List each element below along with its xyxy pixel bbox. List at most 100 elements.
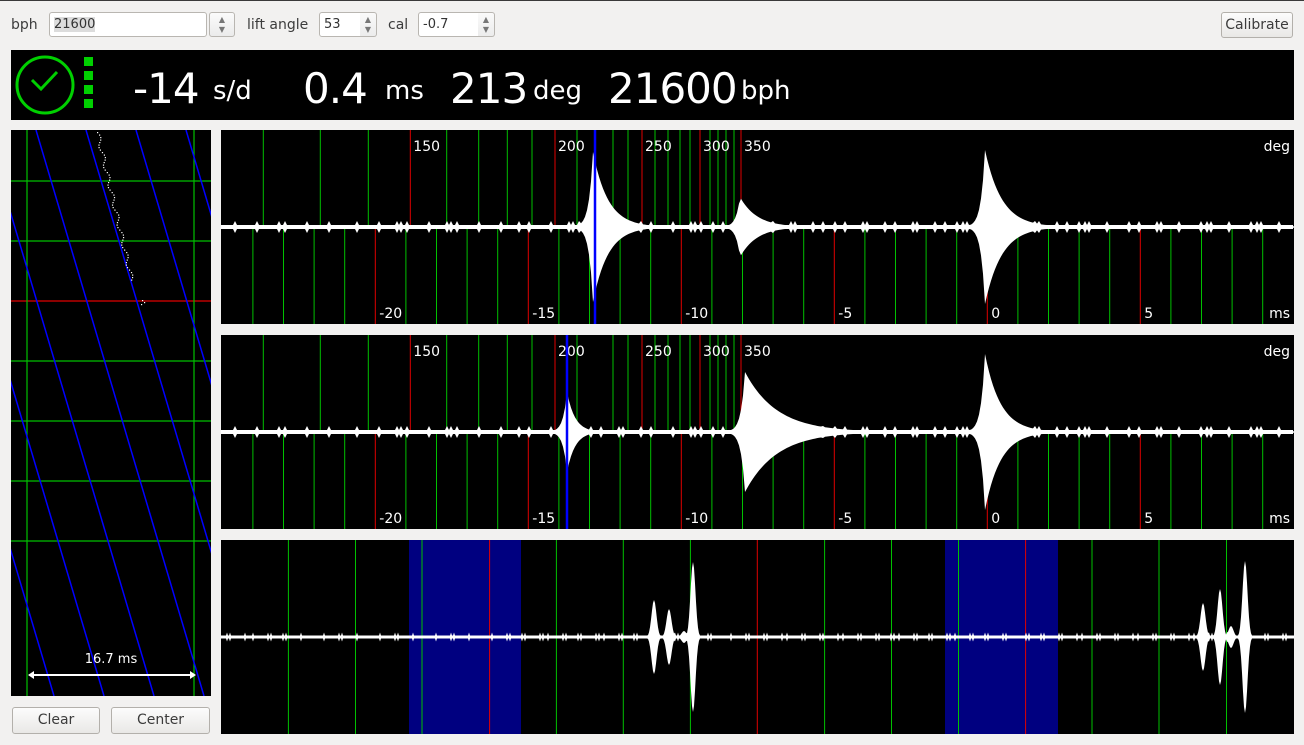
paperstrip-trace-dot (97, 132, 99, 134)
bph-spin-button[interactable]: ▲ ▼ (209, 12, 235, 37)
period-waveform-panel (221, 540, 1294, 734)
beat-error-value: 0.4 (303, 64, 368, 113)
paperstrip-guide-line (85, 130, 211, 554)
spin-down-icon[interactable]: ▼ (210, 25, 234, 35)
paperstrip-trace-dot (108, 182, 110, 184)
spin-up-icon[interactable]: ▲ (360, 15, 376, 25)
ms-tick-label: 5 (1144, 306, 1153, 322)
paperstrip-trace-dot (102, 164, 105, 166)
bph-input[interactable]: 21600 (49, 12, 207, 37)
spin-up-icon[interactable]: ▲ (478, 15, 494, 25)
paperstrip-trace-dot (122, 237, 125, 239)
paperstrip-trace-dot (122, 234, 124, 236)
paperstrip-guide-line (11, 211, 155, 696)
cal-input[interactable]: -0.7 (418, 12, 479, 37)
center-button[interactable]: Center (111, 707, 210, 734)
signal-bar (84, 57, 93, 66)
rate-unit: s/d (213, 76, 252, 106)
ms-tick-label: -10 (685, 306, 708, 322)
spin-down-icon[interactable]: ▼ (478, 25, 494, 35)
deg-tick-label: 300 (703, 139, 730, 155)
signal-bar (84, 71, 93, 80)
paperstrip-trace-dot (98, 147, 100, 149)
clock-check-icon (15, 55, 75, 115)
paperstrip-trace-dot (109, 189, 111, 191)
deg-tick-label: 250 (645, 344, 672, 360)
paperstrip-display[interactable]: 16.7 ms (11, 130, 211, 696)
paperstrip-trace-dot (107, 184, 109, 186)
paperstrip-trace-dot (111, 192, 113, 194)
lift-angle-input[interactable]: 53 (319, 12, 361, 37)
paperstrip-trace-dot (122, 247, 124, 249)
spin-down-icon[interactable]: ▼ (360, 25, 376, 35)
paperstrip-trace-dot (118, 217, 120, 219)
paperstrip-trace-dot (104, 157, 106, 159)
waveform-envelope (221, 354, 1293, 510)
rate-value: -14 (133, 64, 200, 113)
ms-tick-label: -10 (685, 511, 708, 527)
deg-tick-label: 350 (744, 139, 771, 155)
paperstrip-trace-dot (111, 204, 114, 206)
bph-label: bph (11, 17, 38, 33)
deg-tick-label: 150 (413, 139, 440, 155)
paperstrip-canvas[interactable] (11, 130, 211, 696)
paperstrip-trace-dot (127, 257, 129, 259)
paperstrip-trace-dot (127, 254, 129, 256)
paperstrip-trace-dot (121, 242, 123, 244)
paperstrip-trace-dot (130, 272, 133, 274)
signal-bar (84, 99, 93, 108)
signal-level-indicator (84, 57, 94, 113)
paperstrip-trace-dot (107, 187, 110, 189)
tic-waveform-canvas: 150 200 250 300 350 deg -20 -15 -10 -5 0 5 ms (221, 130, 1294, 324)
paperstrip-trace-dot (126, 259, 128, 261)
paperstrip-trace-dot (117, 219, 120, 221)
paperstrip-trace-dot (113, 194, 115, 196)
paperstrip-trace-dot (98, 144, 100, 146)
paperstrip-trace-dot (113, 197, 116, 199)
paperstrip-trace-dot (116, 224, 118, 226)
paperstrip-trace-dot (132, 274, 134, 276)
window-top-border (0, 0, 1304, 1)
ms-tick-label: -15 (532, 511, 555, 527)
spin-up-icon[interactable]: ▲ (210, 15, 234, 25)
paperstrip-trace-dot (117, 227, 119, 229)
lift-angle-label: lift angle (247, 17, 309, 33)
toc-waveform-panel: 150 200 250 300 350 deg -20 -15 -10 -5 0 5 ms (221, 335, 1294, 529)
paperstrip-guide-line (11, 548, 55, 696)
amplitude-unit: deg (533, 76, 583, 106)
ms-unit-label: ms (1269, 511, 1290, 527)
deg-unit-label: deg (1264, 344, 1290, 360)
paperstrip-trace-dot (103, 154, 106, 156)
ms-unit-label: ms (1269, 306, 1290, 322)
tic-waveform-panel: 150 200 250 300 350 deg -20 -15 -10 -5 0 5 ms (221, 130, 1294, 324)
paperstrip-trace-dot (126, 252, 128, 254)
toc-waveform-canvas: 150 200 250 300 350 deg -20 -15 -10 -5 0 5 ms (221, 335, 1294, 529)
paperstrip-trace-dot (124, 249, 126, 251)
paperstrip-trace-dot (101, 152, 104, 154)
deg-tick-label: 300 (703, 344, 730, 360)
lift-angle-spin-button[interactable]: ▲ ▼ (360, 12, 377, 37)
paperstrip-trace-dot (131, 277, 134, 279)
paperstrip-trace-dot (131, 279, 133, 281)
paperstrip-trace-dot (126, 267, 129, 269)
ms-tick-label: 5 (1144, 511, 1153, 527)
paperstrip-trace-dot (103, 167, 105, 169)
paperstrip-trace-dot (116, 222, 119, 224)
calibrate-button[interactable]: Calibrate (1221, 12, 1293, 38)
ms-tick-label: 0 (991, 306, 1000, 322)
clear-button[interactable]: Clear (12, 707, 100, 734)
paperstrip-trace-dot (103, 162, 105, 164)
ms-tick-label: -5 (838, 306, 852, 322)
paperstrip-guide-line (11, 380, 105, 696)
paperstrip-trace-dot (119, 229, 121, 231)
beat-error-unit: ms (385, 76, 424, 106)
paperstrip-guide-line (35, 130, 205, 696)
cal-spin-button[interactable]: ▲ ▼ (478, 12, 495, 37)
paperstrip-trace-dot (109, 177, 111, 179)
deg-tick-label: 350 (744, 344, 771, 360)
paperstrip-trace-dot (99, 134, 101, 136)
period-waveform-canvas (221, 540, 1294, 734)
bph-readout-unit: bph (741, 76, 791, 106)
ms-tick-label: -15 (532, 306, 555, 322)
cal-label: cal (388, 17, 409, 33)
